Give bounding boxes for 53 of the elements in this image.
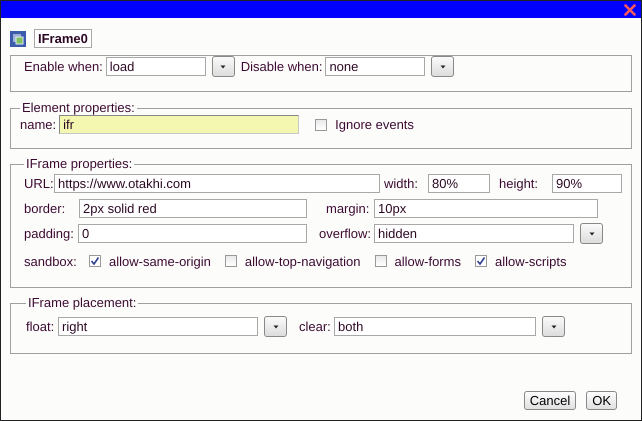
text-field[interactable]: load xyxy=(106,57,206,76)
caret-icon xyxy=(440,64,446,68)
close-icon[interactable] xyxy=(624,4,636,16)
dropdown-button[interactable] xyxy=(542,316,565,337)
checkbox-label: Ignore events xyxy=(335,117,414,132)
caret-icon xyxy=(272,324,278,328)
checkbox-label: allow-top-navigation xyxy=(244,254,360,268)
element-name-field[interactable]: IFrame0 xyxy=(34,29,92,48)
section-title: IFrame placement: xyxy=(27,296,138,310)
text-field[interactable]: 10px xyxy=(374,199,598,218)
checkbox[interactable] xyxy=(224,255,237,267)
checkbox[interactable] xyxy=(474,255,487,267)
checkbox[interactable] xyxy=(89,255,101,267)
section-title: IFrame properties: xyxy=(25,157,134,171)
element-icon xyxy=(10,30,26,46)
checkbox-label: allow-same-origin xyxy=(109,254,211,268)
field-label: float: xyxy=(26,319,55,334)
dropdown-button[interactable] xyxy=(431,56,454,77)
dialog-button[interactable]: OK xyxy=(586,391,617,410)
dialog-button[interactable]: Cancel xyxy=(524,391,576,410)
text-field[interactable]: none xyxy=(325,57,426,76)
caret-icon xyxy=(588,232,594,236)
name-field[interactable]: ifr xyxy=(59,115,300,134)
dropdown-button[interactable] xyxy=(212,56,235,77)
field-label: sandbox: xyxy=(24,254,78,268)
text-field[interactable]: https://www.otakhi.com xyxy=(54,174,380,193)
text-field[interactable]: hidden xyxy=(374,224,574,243)
field-label: border: xyxy=(24,201,66,216)
text-field[interactable]: 2px solid red xyxy=(79,199,307,218)
text-field[interactable]: 90% xyxy=(552,174,622,193)
field-label: name: xyxy=(20,117,56,132)
field-label: width: xyxy=(384,176,419,191)
dropdown-button[interactable] xyxy=(264,316,287,337)
field-label: URL: xyxy=(24,176,51,191)
field-label: margin: xyxy=(326,201,370,216)
text-field[interactable]: 80% xyxy=(428,174,490,193)
field-label: clear: xyxy=(299,319,331,334)
checkbox[interactable] xyxy=(315,118,328,130)
caret-icon xyxy=(550,324,556,328)
field-label: Enable when: xyxy=(24,59,103,74)
caret-icon xyxy=(220,64,226,68)
field-label: Disable when: xyxy=(240,59,322,74)
field-label: overflow: xyxy=(319,226,371,241)
checkbox-label: allow-scripts xyxy=(494,254,566,268)
text-field[interactable]: both xyxy=(334,317,536,336)
checkbox-label: allow-forms xyxy=(394,254,461,268)
text-field[interactable]: 0 xyxy=(78,224,307,243)
field-label: height: xyxy=(499,176,540,191)
section-title: Element properties: xyxy=(21,101,136,115)
text-field[interactable]: right xyxy=(58,317,258,336)
checkbox[interactable] xyxy=(374,255,386,267)
field-label: padding: xyxy=(24,226,75,241)
dropdown-button[interactable] xyxy=(580,223,603,244)
